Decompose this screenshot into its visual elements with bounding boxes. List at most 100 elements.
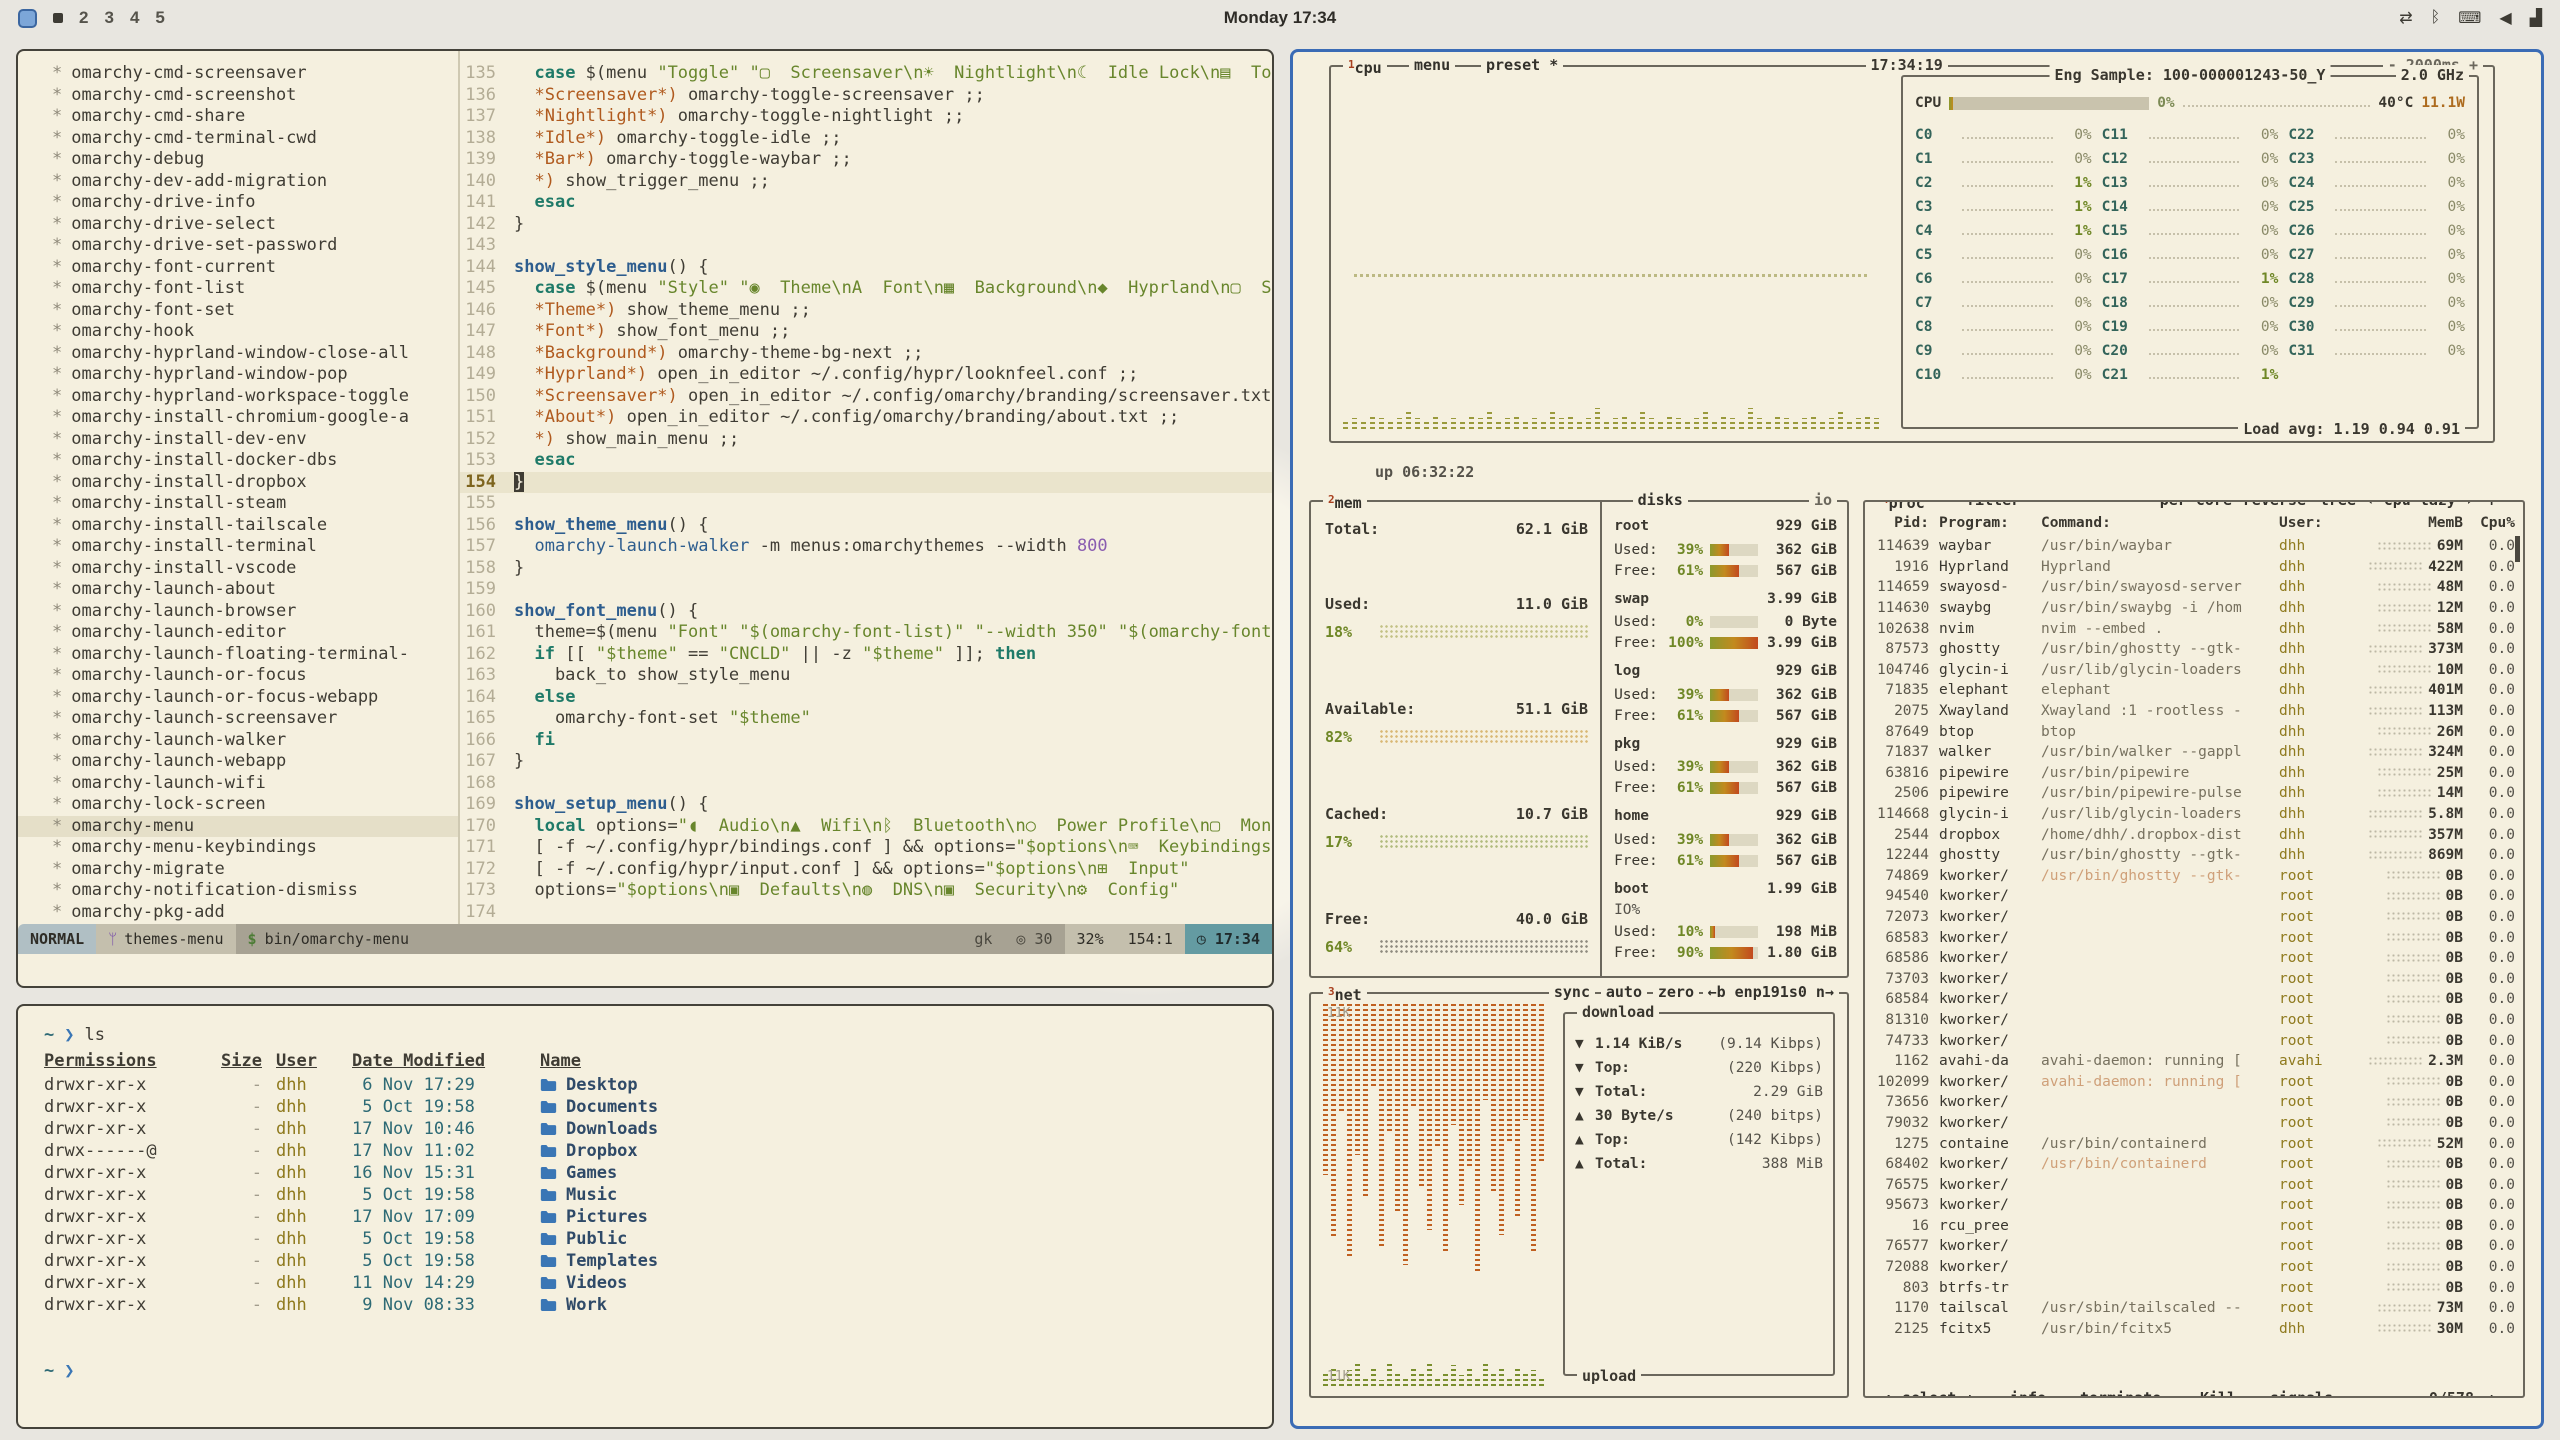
file-list-item[interactable]: * omarchy-cmd-screensaver (52, 63, 458, 85)
file-list-item[interactable]: * omarchy-install-chromium-google-a (52, 407, 458, 429)
sync-button[interactable]: sync (1549, 982, 1595, 1002)
code-line[interactable]: 165 omarchy-font-set "$theme" (460, 708, 1272, 730)
file-list-item[interactable]: * omarchy-install-vscode (52, 558, 458, 580)
terminate-button[interactable]: terminate (2075, 1388, 2166, 1398)
process-row[interactable]: 803 btrfs-tr root 0B 0.0 (1877, 1277, 2515, 1298)
process-row[interactable]: 87573 ghostty /usr/bin/ghostty --gtk- dh… (1877, 639, 2515, 660)
code-line[interactable]: 136 *Screensaver*) omarchy-toggle-screen… (460, 85, 1272, 107)
scrollbar-thumb[interactable] (2515, 536, 2520, 562)
code-line[interactable]: 167 } (460, 751, 1272, 773)
process-row[interactable]: 1916 Hyprland Hyprland dhh 422M 0.0 (1877, 557, 2515, 578)
file-list-item[interactable]: * omarchy-font-current (52, 257, 458, 279)
file-list-item[interactable]: * omarchy-launch-about (52, 579, 458, 601)
file-list-item[interactable]: * omarchy-launch-walker (52, 730, 458, 752)
keyboard-icon[interactable]: ⌨ (2458, 8, 2481, 28)
workspace-item-5[interactable]: 5 (155, 8, 164, 28)
wifi-icon[interactable]: ▟ (2530, 8, 2542, 28)
process-row[interactable]: 114668 glycin-i /usr/lib/glycin-loaders … (1877, 804, 2515, 825)
file-list-item[interactable]: * omarchy-menu (18, 816, 458, 838)
process-row[interactable]: 68402 kworker/ /usr/bin/containerd root … (1877, 1154, 2515, 1175)
screencast-icon[interactable]: ⇄ (2399, 8, 2412, 28)
io-toggle-button[interactable]: io (1809, 490, 1837, 510)
file-list-item[interactable]: * omarchy-drive-select (52, 214, 458, 236)
code-line[interactable]: 144 show_style_menu() { (460, 257, 1272, 279)
tree-button[interactable]: tree (2315, 500, 2361, 510)
code-line[interactable]: 159 (460, 579, 1272, 601)
file-list-item[interactable]: * omarchy-launch-screensaver (52, 708, 458, 730)
file-list-item[interactable]: * omarchy-launch-wifi (52, 773, 458, 795)
kill-button[interactable]: Kill (2195, 1388, 2241, 1398)
file-list-item[interactable]: * omarchy-hyprland-workspace-toggle (52, 386, 458, 408)
process-row[interactable]: 74733 kworker/ root 0B 0.0 (1877, 1030, 2515, 1051)
code-line[interactable]: 163 back_to show_style_menu (460, 665, 1272, 687)
process-row[interactable]: 2075 Xwayland Xwayland :1 -rootless - dh… (1877, 701, 2515, 722)
file-list-item[interactable]: * omarchy-launch-editor (52, 622, 458, 644)
process-row[interactable]: 68586 kworker/ root 0B 0.0 (1877, 948, 2515, 969)
file-list-item[interactable]: * omarchy-install-docker-dbs (52, 450, 458, 472)
scroll-down-icon[interactable]: ↓ (2484, 1388, 2499, 1398)
code-line[interactable]: 146 *Theme*) show_theme_menu ;; (460, 300, 1272, 322)
file-list-item[interactable]: * omarchy-lock-screen (52, 794, 458, 816)
code-line[interactable]: 158 } (460, 558, 1272, 580)
file-list-item[interactable]: * omarchy-menu-keybindings (52, 837, 458, 859)
header-program[interactable]: Program: (1939, 515, 2041, 531)
file-list-item[interactable]: * omarchy-install-dev-env (52, 429, 458, 451)
file-list-item[interactable]: * omarchy-pkg-add (52, 902, 458, 924)
process-row[interactable]: 73703 kworker/ root 0B 0.0 (1877, 968, 2515, 989)
file-list-item[interactable]: * omarchy-hyprland-window-close-all (52, 343, 458, 365)
file-list-item[interactable]: * omarchy-install-steam (52, 493, 458, 515)
code-line[interactable]: 143 (460, 235, 1272, 257)
process-row[interactable]: 104746 glycin-i /usr/lib/glycin-loaders … (1877, 660, 2515, 681)
process-row[interactable]: 16 rcu_pree root 0B 0.0 (1877, 1216, 2515, 1237)
process-row[interactable]: 81310 kworker/ root 0B 0.0 (1877, 1010, 2515, 1031)
process-row[interactable]: 72088 kworker/ root 0B 0.0 (1877, 1257, 2515, 1278)
scroll-up-icon[interactable]: ↑ (2484, 500, 2499, 510)
header-memb[interactable]: MemB (2345, 515, 2463, 531)
code-line[interactable]: 173 options="$options\n▣ Defaults\n◍ DNS… (460, 880, 1272, 902)
menu-button[interactable]: menu (1409, 55, 1455, 75)
code-line[interactable]: 155 (460, 493, 1272, 515)
active-prompt-line[interactable]: ~❯ (44, 1360, 1246, 1382)
process-row[interactable]: 114639 waybar /usr/bin/waybar dhh 69M 0.… (1877, 536, 2515, 557)
file-list-item[interactable]: * omarchy-hyprland-window-pop (52, 364, 458, 386)
file-list-item[interactable]: * omarchy-drive-info (52, 192, 458, 214)
code-line[interactable]: 160 show_font_menu() { (460, 601, 1272, 623)
code-line[interactable]: 162 if [[ "$theme" == "CNCLD" || -z "$th… (460, 644, 1272, 666)
code-line[interactable]: 138 *Idle*) omarchy-toggle-idle ;; (460, 128, 1272, 150)
header-user[interactable]: User: (2279, 515, 2345, 531)
reverse-button[interactable]: reverse (2238, 500, 2311, 510)
file-list-item[interactable]: * omarchy-font-list (52, 278, 458, 300)
file-list-item[interactable]: * omarchy-debug (52, 149, 458, 171)
file-list-item[interactable]: * omarchy-launch-or-focus (52, 665, 458, 687)
file-list-item[interactable]: * omarchy-drive-set-password (52, 235, 458, 257)
code-line[interactable]: 150 *Screensaver*) open_in_editor ~/.con… (460, 386, 1272, 408)
process-row[interactable]: 2506 pipewire /usr/bin/pipewire-pulse dh… (1877, 783, 2515, 804)
file-list-item[interactable]: * omarchy-migrate (52, 859, 458, 881)
file-list-item[interactable]: * omarchy-font-set (52, 300, 458, 322)
sort-next-icon[interactable]: › (2465, 500, 2474, 509)
code-line[interactable]: 172 [ -f ~/.config/hypr/input.conf ] && … (460, 859, 1272, 881)
code-line[interactable]: 140 *) show_trigger_menu ;; (460, 171, 1272, 193)
code-line[interactable]: 164 else (460, 687, 1272, 709)
process-row[interactable]: 114630 swaybg /usr/bin/swaybg -i /hom dh… (1877, 598, 2515, 619)
code-line[interactable]: 168 (460, 773, 1272, 795)
workspace-item-2[interactable]: 2 (79, 8, 88, 28)
signals-button[interactable]: signals (2265, 1388, 2338, 1398)
sort-control[interactable]: ‹ cpu lazy › (2361, 500, 2479, 510)
process-row[interactable]: 94540 kworker/ root 0B 0.0 (1877, 886, 2515, 907)
process-row[interactable]: 79032 kworker/ root 0B 0.0 (1877, 1113, 2515, 1134)
process-row[interactable]: 12244 ghostty /usr/bin/ghostty --gtk- dh… (1877, 845, 2515, 866)
process-row[interactable]: 1275 containe /usr/bin/containerd root 5… (1877, 1133, 2515, 1154)
process-row[interactable]: 74869 kworker/ /usr/bin/ghostty --gtk- r… (1877, 866, 2515, 887)
code-line[interactable]: 157 omarchy-launch-walker -m menus:omarc… (460, 536, 1272, 558)
bluetooth-icon[interactable]: ᛒ (2431, 9, 2441, 27)
process-row[interactable]: 87649 btop btop dhh 26M 0.0 (1877, 721, 2515, 742)
process-row[interactable]: 76577 kworker/ root 0B 0.0 (1877, 1236, 2515, 1257)
code-line[interactable]: 142 } (460, 214, 1272, 236)
file-list-item[interactable]: * omarchy-launch-webapp (52, 751, 458, 773)
code-line[interactable]: 137 *Nightlight*) omarchy-toggle-nightli… (460, 106, 1272, 128)
info-button[interactable]: info (2005, 1388, 2051, 1398)
code-line[interactable]: 166 fi (460, 730, 1272, 752)
code-line[interactable]: 152 *) show_main_menu ;; (460, 429, 1272, 451)
interval-plus-button[interactable]: + (2469, 56, 2478, 74)
